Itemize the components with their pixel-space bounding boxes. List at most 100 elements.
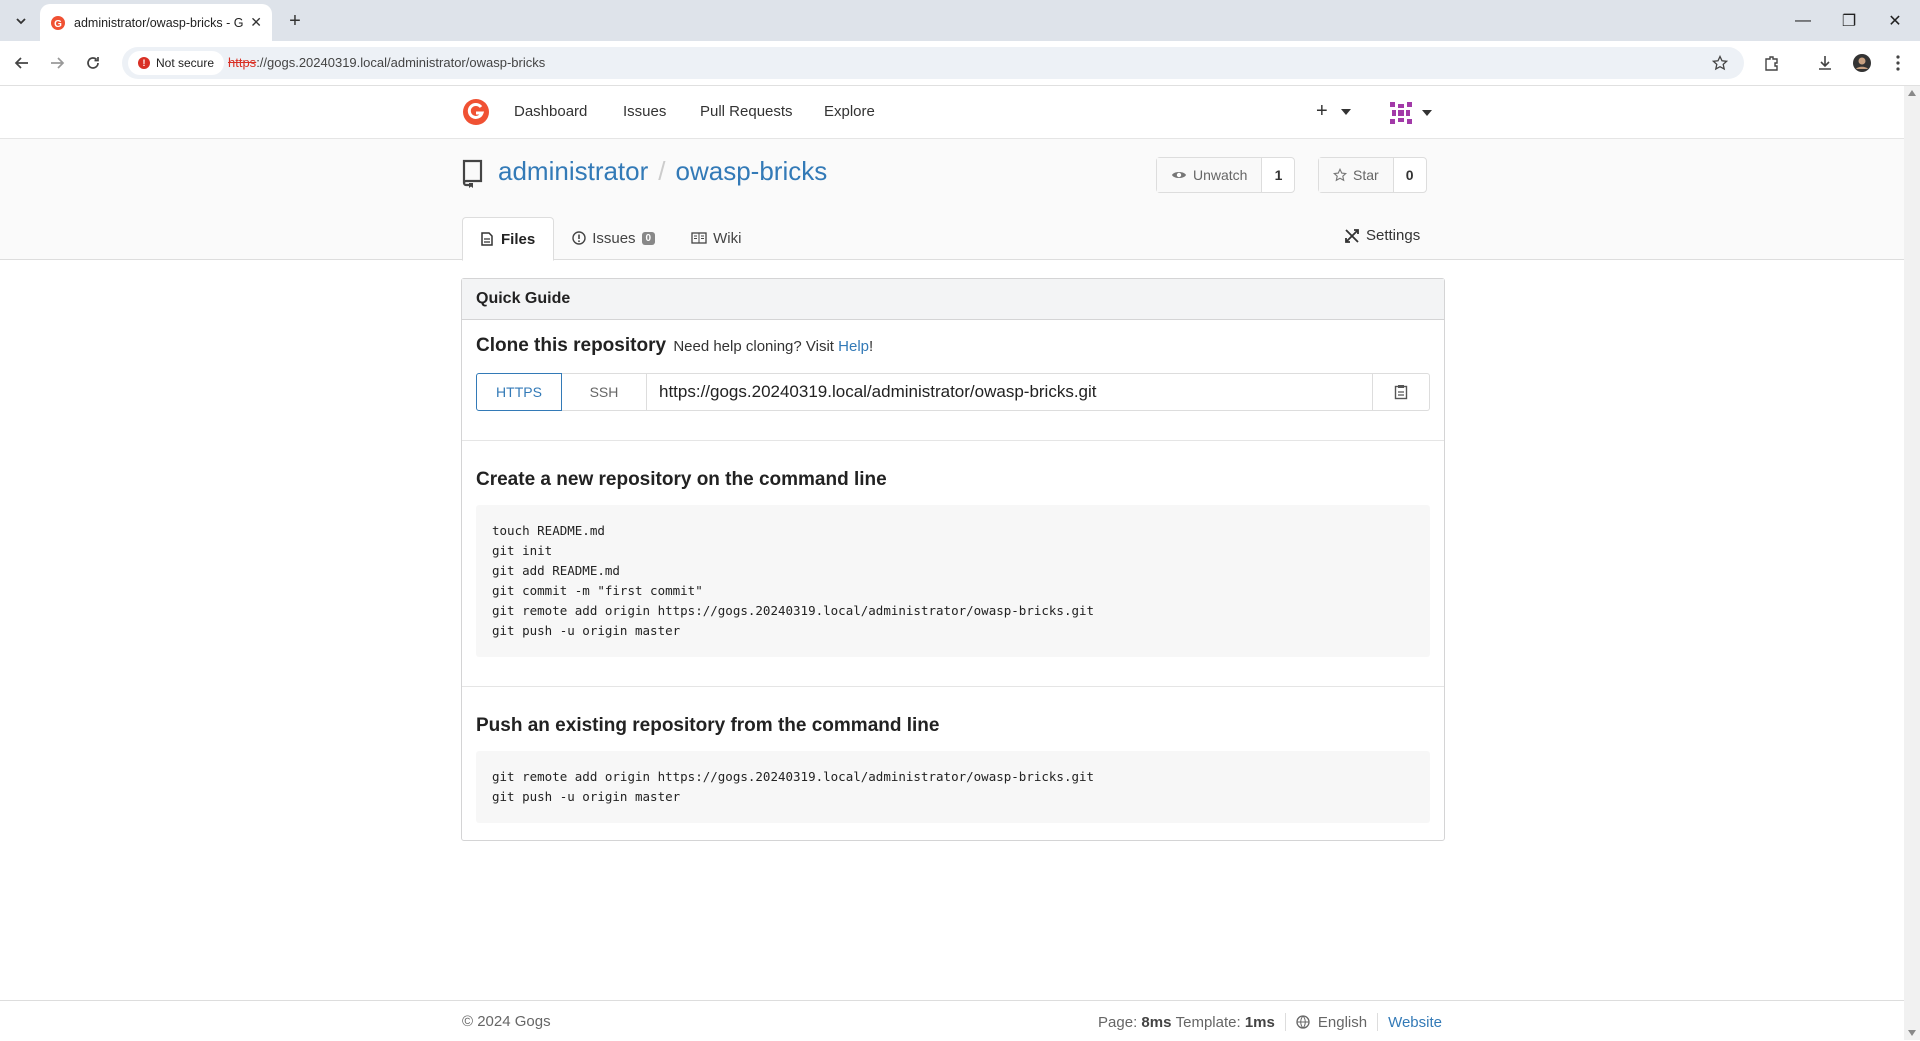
nav-explore[interactable]: Explore (824, 103, 875, 120)
arrow-left-icon (14, 57, 28, 69)
new-repo-section: Create a new repository on the command l… (476, 469, 1430, 657)
page-footer: © 2024 Gogs Page: 8ms Template: 1ms Engl… (0, 1000, 1904, 1041)
url-scheme: https (228, 55, 257, 70)
code-line: git commit -m "first commit" (492, 583, 703, 598)
code-line: git add README.md (492, 563, 620, 578)
nav-issues[interactable]: Issues (623, 103, 666, 120)
page-scrollbar[interactable] (1904, 86, 1920, 1040)
repo-settings-link[interactable]: Settings (1344, 227, 1420, 244)
push-title: Push an existing repository from the com… (476, 715, 940, 736)
tab-files[interactable]: Files (462, 217, 555, 261)
new-repo-code-block[interactable]: touch README.md git init git add README.… (476, 505, 1430, 657)
extensions-icon[interactable] (1760, 51, 1784, 75)
browser-toolbar: ! Not secure https://gogs.20240319.local… (0, 41, 1920, 86)
browser-tab[interactable]: G administrator/owasp-bricks - Gogs ✕ (40, 4, 272, 41)
new-tab-button[interactable]: + (282, 8, 308, 34)
address-bar[interactable]: ! Not secure https://gogs.20240319.local… (122, 47, 1744, 79)
star-button[interactable]: Star (1319, 158, 1393, 192)
new-repo-title: Create a new repository on the command l… (476, 469, 887, 490)
gogs-top-nav: Dashboard Issues Pull Requests Explore + (0, 86, 1904, 139)
minimize-button[interactable]: — (1780, 0, 1826, 41)
website-link[interactable]: Website (1388, 1014, 1442, 1031)
user-avatar-dropdown[interactable] (1388, 100, 1432, 126)
reload-icon (87, 57, 99, 69)
quick-guide-header: Quick Guide (462, 279, 1444, 320)
https-button[interactable]: HTTPS (476, 373, 562, 411)
copy-url-button[interactable] (1373, 373, 1430, 411)
star-icon (1333, 168, 1347, 182)
reload-button[interactable] (81, 51, 105, 75)
ssh-button[interactable]: SSH (562, 373, 647, 411)
gogs-favicon-icon: G (51, 15, 65, 30)
unwatch-button[interactable]: Unwatch (1157, 158, 1262, 192)
code-line: git remote add origin https://gogs.20240… (492, 603, 1095, 618)
plus-icon: + (1316, 100, 1328, 122)
repo-title-separator: / (658, 156, 666, 186)
help-prefix: Need help cloning? Visit (673, 338, 834, 355)
eye-icon (1172, 172, 1186, 178)
svg-text:G: G (54, 19, 62, 30)
clone-url-input[interactable]: https://gogs.20240319.local/administrato… (647, 373, 1373, 411)
footer-separator (1377, 1013, 1379, 1031)
page: Dashboard Issues Pull Requests Explore + (0, 86, 1904, 1041)
caret-down-icon (1341, 108, 1352, 115)
star-button-group: Star 0 (1318, 157, 1427, 193)
arrow-right-icon (51, 57, 65, 69)
quick-guide-card: Quick Guide Clone this repository Need h… (461, 278, 1445, 841)
footer-copyright: © 2024 Gogs (462, 1013, 551, 1030)
scroll-up-arrow-icon[interactable] (1908, 90, 1916, 96)
repo-name-link[interactable]: owasp-bricks (676, 156, 828, 186)
stars-count[interactable]: 0 (1392, 158, 1426, 192)
tab-issues[interactable]: Issues 0 (554, 217, 673, 259)
nav-pull-requests[interactable]: Pull Requests (700, 103, 793, 120)
tab-wiki-label: Wiki (713, 229, 742, 247)
scroll-down-arrow-icon[interactable] (1908, 1030, 1916, 1036)
browser-tabstrip: G administrator/owasp-bricks - Gogs ✕ + … (0, 0, 1920, 41)
forward-button[interactable] (45, 51, 69, 75)
tools-icon (1345, 228, 1359, 243)
language-label: English (1317, 1013, 1368, 1031)
security-chip[interactable]: ! Not secure (128, 51, 225, 75)
create-new-dropdown[interactable]: + (1316, 100, 1352, 123)
menu-kebab-icon[interactable] (1886, 51, 1910, 75)
issue-opened-icon (572, 231, 586, 245)
window-close-button[interactable]: ✕ (1872, 0, 1918, 41)
tab-files-label: Files (501, 230, 536, 248)
tab-close-icon[interactable]: ✕ (250, 14, 262, 30)
footer-right: Page: 8ms Template: 1ms English Website (1098, 1013, 1442, 1031)
clone-title: Clone this repository (476, 335, 667, 356)
restore-button[interactable]: ❐ (1826, 0, 1872, 41)
tab-search-button[interactable] (8, 8, 34, 34)
push-code-block[interactable]: git remote add origin https://gogs.20240… (476, 751, 1430, 823)
chevron-down-icon (16, 18, 26, 25)
book-icon (691, 232, 707, 244)
url-rest: ://gogs.20240319.local/administrator/owa… (256, 55, 546, 70)
repo-tabs: Files Issues 0 Wiki (462, 217, 759, 261)
clone-url-row: HTTPS SSH https://gogs.20240319.local/ad… (476, 373, 1430, 411)
gogs-logo-icon[interactable] (462, 98, 490, 126)
browser-tab-title: administrator/owasp-bricks - Gogs (74, 15, 244, 30)
url-text: https://gogs.20240319.local/administrato… (228, 55, 545, 70)
watchers-count[interactable]: 1 (1261, 158, 1294, 192)
clone-help-text: Need help cloning? Visit Help! (673, 338, 873, 355)
code-line: touch README.md (492, 523, 605, 538)
help-link[interactable]: Help (838, 338, 869, 355)
language-selector[interactable]: English (1296, 1014, 1367, 1031)
bookmark-star-icon[interactable] (1708, 51, 1732, 75)
issues-count-badge: 0 (641, 231, 656, 245)
clone-section-title: Clone this repository Need help cloning?… (476, 335, 1430, 357)
caret-down-icon (1422, 110, 1432, 116)
push-existing-section: Push an existing repository from the com… (476, 715, 1430, 823)
template-time-label: Template: (1175, 1013, 1241, 1031)
download-icon[interactable] (1813, 51, 1837, 75)
tab-wiki[interactable]: Wiki (673, 217, 759, 259)
repo-owner-link[interactable]: administrator (498, 156, 648, 186)
nav-dashboard[interactable]: Dashboard (514, 103, 587, 120)
back-button[interactable] (10, 51, 34, 75)
code-line: git push -u origin master (492, 789, 681, 804)
repo-icon (462, 159, 483, 188)
warning-icon: ! (138, 57, 150, 69)
unwatch-label: Unwatch (1193, 167, 1248, 183)
page-time-label: Page: (1098, 1013, 1138, 1031)
profile-avatar[interactable] (1850, 51, 1874, 75)
